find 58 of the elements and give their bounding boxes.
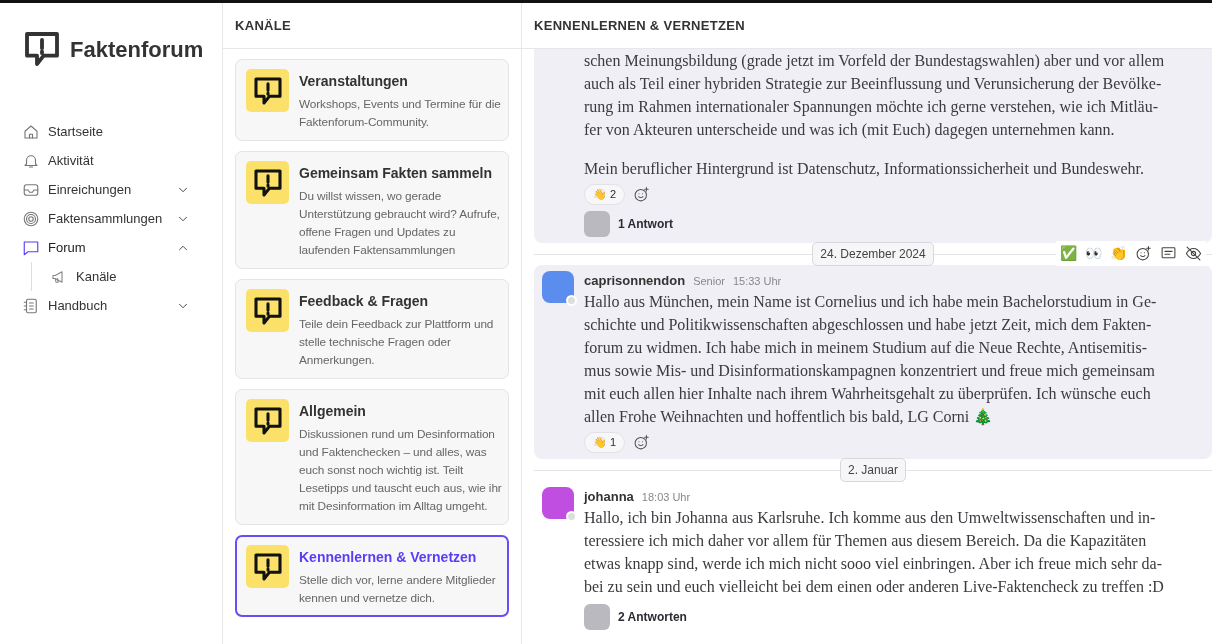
panel-title: KANÄLE — [223, 3, 521, 49]
channel-card[interactable]: Kennenlernen & Vernetzen Stelle dich vor, lerne andere Mitglieder kennen und vernetze dich. — [235, 535, 509, 617]
notebook-icon — [22, 296, 40, 315]
date-label: 2. Januar — [839, 457, 906, 482]
channel-card[interactable]: Veranstaltungen Workshops, Events und Termine für die Faktenforum-Community. — [235, 59, 509, 141]
add-reaction-icon[interactable] — [633, 185, 651, 203]
channel-name: Veranstaltungen — [299, 72, 409, 91]
channel-icon — [246, 161, 289, 204]
channel-name: Gemeinsam Fakten sammeln — [299, 164, 493, 183]
replies-link[interactable]: 2 Antworten — [618, 608, 687, 626]
message-text: Hallo, ich bin Johanna aus Karlsruhe. Ich komme aus den Umweltwissenschaften und in- teressiere ich mich daher vor allem für Themen aus diesem Bereich. Da die Kapazitäten etwas knapp sind, werde ich mich nicht sooo viel einbringen. Aber ich freue mich sehr da- bei zu sein und euch vielleicht bei dem einen oder anderen Live-Faktencheck zu treffen :D — [584, 508, 1165, 597]
message-time: 18:03 Uhr — [641, 489, 691, 505]
author-name[interactable]: johanna — [584, 486, 634, 506]
channel-name: Allgemein — [299, 402, 367, 421]
reaction-button[interactable]: 👋 2 — [584, 184, 626, 205]
chat-icon — [22, 238, 40, 257]
channel-name: Kennenlernen & Vernetzen — [299, 548, 478, 567]
nav-item[interactable]: Forum — [48, 237, 86, 258]
status-dot — [566, 294, 577, 306]
channel-description: Stelle dich vor, lerne andere Mitglieder kennen und vernetze dich. — [299, 572, 497, 607]
nav-item[interactable]: Einreichungen — [48, 179, 132, 200]
channel-icon — [246, 545, 289, 588]
message-time: 15:33 Uhr — [732, 273, 782, 289]
date-label: 24. Dezember 2024 — [812, 241, 934, 266]
channel-description: Teile dein Feedback zur Plattform und stelle technische Fragen oder Anmerkungen. — [299, 316, 495, 369]
user-role: Senior — [693, 273, 725, 289]
nav-item[interactable]: Faktensammlungen — [48, 208, 163, 229]
logo-text: Faktenforum — [70, 35, 204, 64]
add-reaction-icon[interactable] — [633, 433, 651, 451]
status-dot — [566, 510, 577, 522]
reaction-emoji[interactable]: ✅ — [1060, 242, 1077, 264]
message-text: Hallo aus München, mein Name ist Cornelius und ich habe mein Bachelorstudium in Ge- schichte und Politikwissenschaften abgeschlossen und habe jetzt Zeit, mich dem Fakten- forum zu widmen. Ich habe mich in meinem Studium auf die Neue Rechte, Antisemitis- mus sowie Mis- und Disinformationskampagnen konzentriert und freue mich gemeinsam mit euch allen hier Inhalte nach ihrem Wahrheitsgehalt zu überprüfen. Ich wünsche euch allen Frohe Weihnachten und hoffentlich bis bald, LG Corni 🎄 — [584, 292, 1158, 428]
author-name[interactable]: caprisonnendon — [584, 270, 686, 290]
message-text: schen Meinungsbildung (grade jetzt im Vorfeld der Bundestagswahlen) aber und vor allem auch als Teil einer hybriden Strategie zur Beeinflussung und Verunsicherung der Bevölke- rung im Rahmen internationaler Spannungen möchte ich gerne verstehen, wie ich Mitläu- fer von Akteuren unterscheide und was ich (mit Euch) dagegen unternehmen kann. — [584, 51, 1166, 141]
logo-icon — [22, 29, 62, 69]
channel-card[interactable]: Feedback & Fragen Teile dein Feedback zur Plattform und stelle technische Fragen oder Anmerkungen. — [235, 279, 509, 379]
avatar-placeholder — [584, 604, 610, 630]
reaction-emoji[interactable]: 👀 — [1085, 242, 1102, 264]
avatar-placeholder — [584, 210, 610, 237]
nav-item[interactable]: Handbuch — [48, 295, 108, 316]
channel-card[interactable]: Allgemein Diskussionen rund um Desinformation und Faktenchecken – und alles, was euch sonst noch wichtig ist. Teilt Lesetipps und tauscht euch aus, wie ihr mit Desinformation im Alltag umgeht. — [235, 389, 509, 525]
hide-icon[interactable] — [1185, 244, 1202, 262]
channel-description: Workshops, Events und Termine für die Faktenforum-Community. — [299, 96, 502, 131]
channel-icon — [246, 289, 289, 332]
channel-description: Du willst wissen, wo gerade Unterstützung gebraucht wird? Aufrufe, offene Fragen und Updates zu laufenden Faktensammlungen — [299, 188, 501, 259]
replies-link[interactable]: 1 Antwort — [618, 214, 673, 233]
channel-name: Feedback & Fragen — [299, 292, 430, 311]
channel-description: Diskussionen rund um Desinformation und Faktenchecken – und alles, was euch sonst noch wichtig ist. Teilt Lesetipps und tauscht euch aus, wie ihr mit Desinformation im Alltag umgeht. — [299, 426, 502, 515]
target-icon — [22, 209, 40, 228]
add-reaction-icon[interactable] — [1135, 244, 1152, 262]
channel-card[interactable]: Gemeinsam Fakten sammeln Du willst wissen, wo gerade Unterstützung gebraucht wird? Aufrufe, offene Fragen und Updates zu laufenden Faktensammlungen — [235, 151, 509, 269]
message-text: Mein beruflicher Hintergrund ist Datenschutz, Informationssicherheit und Bundeswehr. — [584, 159, 1145, 180]
nav-item[interactable]: Startseite — [48, 121, 103, 142]
nav-item[interactable]: Kanäle — [76, 266, 117, 287]
channel-icon — [246, 399, 289, 442]
reaction-button[interactable]: 👋 1 — [584, 432, 626, 453]
nav-item[interactable]: Aktivität — [48, 150, 94, 171]
channel-icon — [246, 69, 289, 112]
